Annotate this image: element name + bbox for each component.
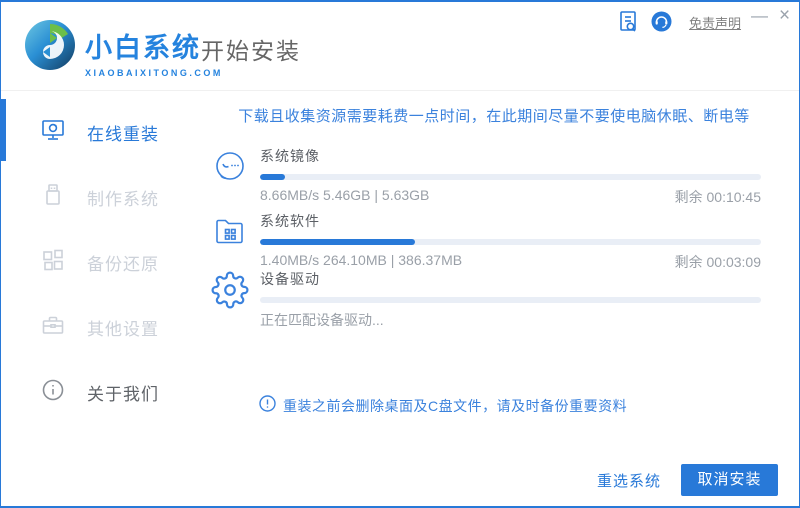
backup-notice: 重装之前会删除桌面及C盘文件，请及时备份重要资料 [259,395,627,417]
brand-domain: XIAOBAIXITONG.COM [85,68,223,78]
sidebar-item-make-system[interactable]: 制作系统 [1,181,201,213]
toolbox-icon [41,313,65,342]
task-stats: 正在匹配设备驱动... [260,312,384,328]
log-viewer-icon[interactable] [617,10,639,39]
backup-notice-text: 重装之前会删除桌面及C盘文件，请及时备份重要资料 [283,398,628,414]
sidebar-item-label: 备份还原 [87,254,159,274]
sidebar-item-backup-restore[interactable]: 备份还原 [1,246,201,278]
progress-bar [260,239,761,245]
download-warning-text: 下载且收集资源需要耗费一点时间，在此期间尽量不要使电脑休眠、断电等 [238,108,750,125]
task-device-driver: 设备驱动 正在匹配设备驱动... [211,269,761,330]
progress-fill [260,174,286,180]
installer-window: 小白系统 XIAOBAIXITONG.COM 开始安装 免责声明 — × 在线重… [0,0,800,508]
task-title: 系统镜像 [260,148,320,164]
sidebar-item-label: 制作系统 [87,189,159,209]
folder-apps-icon [211,213,249,256]
usb-drive-icon [41,183,65,212]
progress-bar [260,297,761,303]
close-button[interactable]: × [779,6,790,26]
header-divider [1,90,799,91]
task-title: 设备驱动 [260,271,320,287]
mascot-face-icon [211,148,249,191]
cancel-install-button[interactable]: 取消安装 [681,464,778,496]
brand-logo [23,18,77,72]
progress-fill [260,239,416,245]
exclamation-circle-icon [259,395,276,417]
progress-bar [260,174,761,180]
sidebar-item-label: 其他设置 [87,319,159,339]
page-title: 开始安装 [201,38,301,64]
gear-icon [211,271,249,314]
task-remaining: 剩余 00:10:45 [674,189,761,205]
sidebar-item-other-settings[interactable]: 其他设置 [1,311,201,343]
task-stats: 8.66MB/s 5.46GB | 5.63GB [260,187,430,203]
task-title: 系统软件 [260,213,320,229]
reselect-system-button[interactable]: 重选系统 [597,470,667,491]
minimize-button[interactable]: — [751,6,768,26]
task-system-software: 系统软件 1.40MB/s 264.10MB | 386.37MB 剩余 00:… [211,211,761,272]
info-icon [41,378,65,407]
sidebar-item-label: 在线重装 [87,124,159,144]
sidebar-item-online-reinstall[interactable]: 在线重装 [1,116,201,148]
monitor-reinstall-icon [41,118,65,147]
backup-blocks-icon [41,248,65,277]
disclaimer-link[interactable]: 免责声明 [689,13,741,32]
sidebar-item-label: 关于我们 [87,384,159,404]
customer-service-icon[interactable] [651,11,672,37]
sidebar-item-about-us[interactable]: 关于我们 [1,376,201,408]
task-system-image: 系统镜像 8.66MB/s 5.46GB | 5.63GB 剩余 00:10:4… [211,146,761,207]
